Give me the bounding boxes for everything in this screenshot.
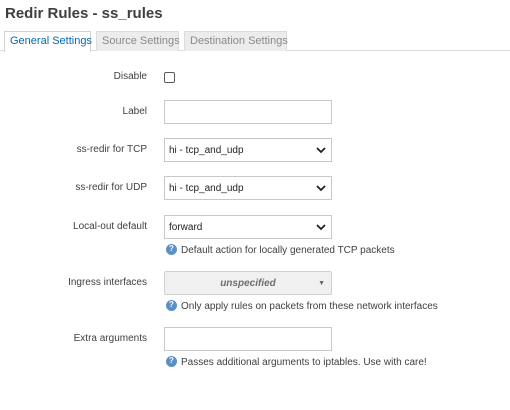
tcp-label: ss-redir for TCP [76, 144, 147, 155]
tcp-select-value: hi - tcp_and_udp [169, 145, 244, 156]
local-out-label: Local-out default [73, 221, 147, 232]
udp-select[interactable]: hi - tcp_and_udp [164, 176, 332, 200]
help-icon [166, 299, 177, 311]
ingress-label: Ingress interfaces [68, 277, 147, 288]
chevron-down-icon [316, 224, 326, 231]
tcp-select[interactable]: hi - tcp_and_udp [164, 138, 332, 162]
disable-label: Disable [113, 71, 147, 82]
ingress-dropdown-value: unspecified [220, 278, 276, 289]
help-icon [166, 243, 177, 255]
caret-down-icon: ▼ [318, 280, 325, 287]
tab-bar: General Settings Source Settings Destina… [0, 31, 510, 52]
local-out-select-value: forward [169, 222, 203, 233]
extra-help: Passes additional arguments to iptables.… [166, 355, 427, 368]
help-icon [166, 355, 177, 367]
tab-general-settings[interactable]: General Settings [4, 31, 92, 52]
ingress-dropdown[interactable]: unspecified ▼ [164, 271, 332, 295]
local-out-help: Default action for locally generated TCP… [166, 243, 395, 256]
chevron-down-icon [316, 147, 326, 154]
extra-label: Extra arguments [73, 333, 147, 344]
local-out-select[interactable]: forward [164, 215, 332, 239]
udp-label: ss-redir for UDP [75, 182, 147, 193]
extra-arguments-input[interactable] [164, 327, 332, 351]
local-out-help-text: Default action for locally generated TCP… [181, 245, 395, 256]
label-input[interactable] [164, 100, 332, 124]
label-field-label: Label [122, 106, 147, 117]
ingress-help-text: Only apply rules on packets from these n… [181, 301, 438, 312]
tab-destination-settings[interactable]: Destination Settings [184, 31, 288, 51]
disable-checkbox[interactable] [164, 72, 175, 83]
tab-source-settings[interactable]: Source Settings [96, 31, 180, 51]
udp-select-value: hi - tcp_and_udp [169, 183, 244, 194]
extra-help-text: Passes additional arguments to iptables.… [181, 357, 427, 368]
ingress-help: Only apply rules on packets from these n… [166, 299, 438, 312]
chevron-down-icon [316, 185, 326, 192]
page-title: Redir Rules - ss_rules [5, 5, 163, 22]
